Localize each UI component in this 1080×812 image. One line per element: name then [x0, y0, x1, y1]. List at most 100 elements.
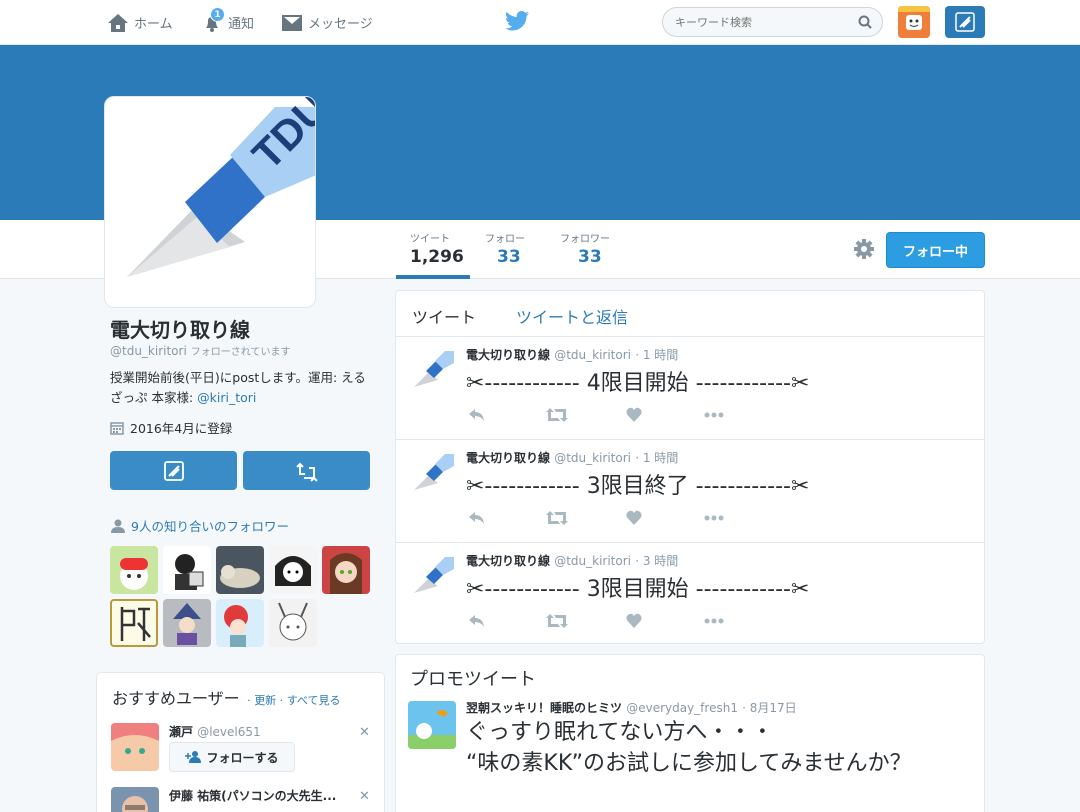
retweet-icon[interactable] [546, 510, 568, 526]
recommended-user-name[interactable]: 伊藤 祐策(パソコンの大先生... [169, 789, 336, 803]
person-icon [111, 519, 125, 533]
notification-badge: 1 [210, 7, 225, 22]
tweet-author-name[interactable]: 電大切り取り線 [466, 451, 550, 465]
profile-handle[interactable]: @tdu_kiritori [110, 344, 187, 358]
profile-name[interactable]: 電大切り取り線 [110, 314, 250, 343]
promoted-tweets-title: プロモツイート [410, 669, 536, 690]
promoted-author-handle[interactable]: @everyday_fresh1 [626, 701, 738, 715]
direct-message-icon [295, 462, 318, 482]
tweet-author-name[interactable]: 電大切り取り線 [466, 554, 550, 568]
more-options-icon[interactable] [704, 515, 724, 521]
join-date-text: 2016年4月に登録 [130, 421, 233, 436]
follower-avatar[interactable] [216, 599, 264, 647]
follower-avatar[interactable] [110, 599, 158, 647]
search-box[interactable] [662, 7, 883, 37]
tweet-text: ✂------------ 3限目開始 ------------✂ [466, 577, 810, 602]
gear-icon[interactable] [853, 238, 875, 260]
nav-home[interactable]: ホーム [108, 0, 173, 45]
tweet-author-avatar[interactable] [410, 450, 454, 494]
promoted-author-avatar[interactable] [408, 701, 456, 749]
who-to-follow-header: おすすめユーザー · 更新 · すべて見る [112, 689, 341, 708]
tweet-author-handle[interactable]: @tdu_kiritori [554, 554, 631, 568]
like-heart-icon[interactable] [626, 613, 642, 628]
tweet-author-handle[interactable]: @tdu_kiritori [554, 451, 631, 465]
nav-home-label: ホーム [134, 17, 173, 32]
reply-icon[interactable] [468, 510, 486, 526]
tweet-author-avatar[interactable] [410, 347, 454, 391]
follower-avatar[interactable] [269, 599, 317, 647]
retweet-icon[interactable] [546, 407, 568, 423]
tweet-header: 電大切り取り線 @tdu_kiritori · 1 時間 [466, 346, 678, 363]
follow-user-button[interactable]: フォローする [169, 742, 295, 772]
promoted-tweets-module: プロモツイート 翌朝スッキリ！睡眠のヒミツ @everyday_fresh1 ·… [395, 654, 985, 812]
more-options-icon[interactable] [704, 412, 724, 418]
tweet-author-avatar[interactable] [410, 553, 454, 597]
search-input[interactable] [663, 8, 843, 36]
nav-messages-label: メッセージ [308, 17, 373, 32]
tweet-text: ✂------------ 3限目終了 ------------✂ [466, 474, 810, 499]
calendar-icon [110, 421, 124, 435]
recommended-user-avatar[interactable] [111, 787, 159, 812]
stat-tweets-label: ツイート [410, 234, 450, 245]
stat-following-label: フォロー [485, 234, 525, 245]
more-options-icon[interactable] [704, 618, 724, 624]
reply-icon[interactable] [468, 613, 486, 629]
who-to-follow-title: おすすめユーザー [112, 689, 240, 708]
tweet-author-handle[interactable]: @tdu_kiritori [554, 348, 631, 362]
follower-avatar[interactable] [322, 546, 370, 594]
stat-tweets[interactable]: ツイート 1,296 [410, 230, 464, 267]
refresh-link[interactable]: 更新 [254, 694, 276, 707]
stat-tweets-value: 1,296 [410, 247, 464, 267]
tweet-timestamp[interactable]: · 3 時間 [635, 554, 678, 568]
recommended-user-name[interactable]: 瀬戸 [169, 725, 193, 739]
search-icon[interactable] [858, 15, 872, 29]
recommended-user-handle[interactable]: @level651 [197, 725, 260, 739]
follower-avatar[interactable] [216, 546, 264, 594]
compose-tweet-button[interactable] [945, 6, 985, 38]
tweet-author-name[interactable]: 電大切り取り線 [466, 348, 550, 362]
tab-tweets-and-replies[interactable]: ツイートと返信 [516, 304, 628, 328]
top-nav: ホーム 1 通知 メッセージ [0, 0, 1080, 45]
bio-link[interactable]: @kiri_tori [197, 390, 256, 405]
follow-user-label: フォローする [206, 750, 279, 765]
like-heart-icon[interactable] [626, 407, 642, 422]
follower-avatar[interactable] [110, 546, 158, 594]
view-all-link[interactable]: すべて見る [287, 694, 341, 707]
dismiss-icon[interactable]: ✕ [359, 789, 370, 804]
tweet-to-button[interactable] [110, 451, 237, 490]
stat-following-value: 33 [497, 247, 521, 267]
user-avatar-menu[interactable] [898, 6, 930, 38]
profile-avatar[interactable]: TDU [104, 96, 316, 308]
following-button[interactable]: フォロー中 [886, 232, 985, 268]
quill-icon [955, 12, 975, 32]
like-heart-icon[interactable] [626, 510, 642, 525]
join-date: 2016年4月に登録 [110, 418, 232, 437]
tweet-text: ✂------------ 4限目開始 ------------✂ [466, 371, 810, 396]
tweet[interactable]: 電大切り取り線 @tdu_kiritori · 1 時間 ✂----------… [396, 440, 984, 543]
retweet-icon[interactable] [546, 613, 568, 629]
nav-notifications[interactable]: 1 通知 [202, 0, 254, 45]
dismiss-icon[interactable]: ✕ [359, 725, 370, 740]
tweet[interactable]: 電大切り取り線 @tdu_kiritori · 1 時間 ✂----------… [396, 337, 984, 440]
timeline: ツイート ツイートと返信 電大切り取り線 @tdu_kiritori · 1 時… [395, 290, 985, 644]
followers-you-know-link[interactable]: 9人の知り合いのフォロワー [110, 516, 289, 535]
promoted-tweet-date[interactable]: · 8月17日 [742, 701, 797, 715]
follower-avatar[interactable] [269, 546, 317, 594]
stat-following[interactable]: フォロー 33 [485, 230, 525, 267]
follower-avatar[interactable] [163, 599, 211, 647]
recommended-user-avatar[interactable] [111, 723, 159, 771]
message-button[interactable] [243, 451, 370, 490]
promoted-tweet-header: 翌朝スッキリ！睡眠のヒミツ @everyday_fresh1 · 8月17日 [466, 699, 797, 716]
reply-icon[interactable] [468, 407, 486, 423]
twitter-bird-logo[interactable] [505, 11, 529, 35]
tab-tweets[interactable]: ツイート [412, 304, 476, 328]
promoted-author-name[interactable]: 翌朝スッキリ！睡眠のヒミツ [466, 701, 622, 715]
stat-followers[interactable]: フォロワー 33 [560, 230, 610, 267]
tweet-timestamp[interactable]: · 1 時間 [635, 348, 678, 362]
followers-you-know-text: 9人の知り合いのフォロワー [131, 519, 289, 534]
tweet[interactable]: 電大切り取り線 @tdu_kiritori · 3 時間 ✂----------… [396, 543, 984, 646]
nav-messages[interactable]: メッセージ [282, 0, 373, 45]
promoted-tweet-text: ぐっすり眠れてない方へ・・・ “味の素KK”のお試しに参加してみませんか？ [466, 720, 912, 776]
follower-avatar[interactable] [163, 546, 211, 594]
tweet-timestamp[interactable]: · 1 時間 [635, 451, 678, 465]
